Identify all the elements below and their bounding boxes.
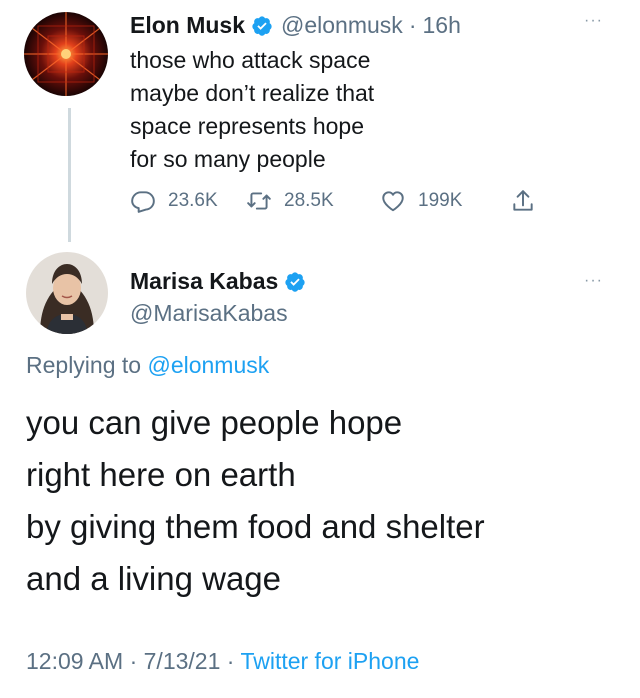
replying-to-link[interactable]: @elonmusk <box>147 352 269 378</box>
display-name[interactable]: Elon Musk <box>130 12 245 39</box>
share-button[interactable] <box>510 188 548 214</box>
tweet-time[interactable]: 12:09 AM <box>26 648 123 674</box>
retweet-icon <box>247 192 271 210</box>
more-dots-icon[interactable]: ··· <box>584 13 603 29</box>
display-name[interactable]: Marisa Kabas <box>130 268 278 295</box>
share-icon <box>513 190 533 211</box>
tweet-date[interactable]: 7/13/21 <box>144 648 221 674</box>
separator-dot: · <box>226 648 235 674</box>
tweet-text-line: maybe don’t realize that <box>130 80 375 106</box>
replying-to: Replying to @elonmusk <box>26 352 269 379</box>
tweet-metadata: 12:09 AM · 7/13/21 · Twitter for iPhone <box>26 648 419 675</box>
heart-icon <box>382 191 404 212</box>
replying-prefix: Replying to <box>26 352 142 378</box>
more-dots-icon[interactable]: ··· <box>584 273 603 289</box>
tweet-text-line: those who attack space <box>130 47 371 73</box>
tweet-text-line: right here on earth <box>26 456 296 493</box>
like-count: 199K <box>418 190 463 211</box>
retweet-count: 28.5K <box>284 190 334 211</box>
reply-icon <box>131 191 155 213</box>
reply-tweet-header: Marisa Kabas <box>130 268 306 295</box>
verified-badge-icon <box>285 271 305 292</box>
original-tweet-text: those who attack space maybe don’t reali… <box>130 44 374 176</box>
separator-dot: · <box>408 12 417 38</box>
thread-connector-line <box>68 108 71 242</box>
verified-badge-icon <box>252 15 272 36</box>
retweet-button[interactable]: 28.5K <box>246 188 334 214</box>
tweet-age[interactable]: 16h <box>422 12 460 39</box>
separator-dot: · <box>129 648 138 674</box>
marisa-kabas-avatar[interactable] <box>26 252 108 334</box>
handle[interactable]: @elonmusk <box>281 12 403 39</box>
original-tweet-header: Elon Musk @elonmusk · 16h <box>130 12 461 39</box>
tweet-text-line: and a living wage <box>26 560 282 597</box>
like-button[interactable]: 199K <box>380 188 462 214</box>
tweet-text-line: for so many people <box>130 146 326 172</box>
tweet-text-line: space represents hope <box>130 113 364 139</box>
reply-count: 23.6K <box>168 190 218 211</box>
tweet-action-bar: 23.6K 28.5K 199K <box>130 188 550 218</box>
tweet-text-line: by giving them food and shelter <box>26 508 485 545</box>
reply-button[interactable]: 23.6K <box>130 188 218 214</box>
handle[interactable]: @MarisaKabas <box>130 300 288 327</box>
tweet-source-link[interactable]: Twitter for iPhone <box>240 648 419 674</box>
reply-tweet-text: you can give people hope right here on e… <box>26 397 485 605</box>
elon-musk-avatar[interactable] <box>24 12 108 96</box>
tweet-text-line: you can give people hope <box>26 404 403 441</box>
